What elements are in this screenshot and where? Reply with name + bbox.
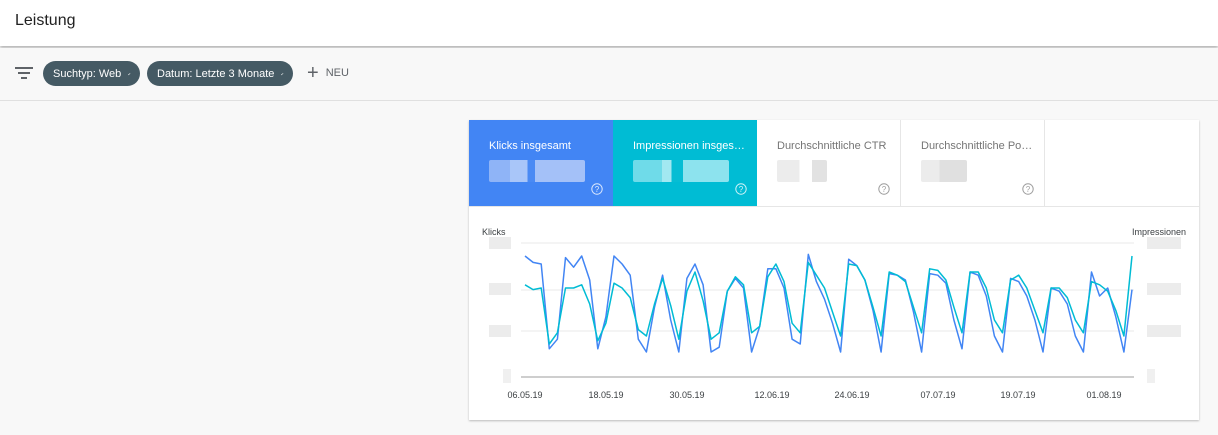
x-tick-label: 06.05.19	[507, 390, 542, 400]
date-range-chip[interactable]: Datum: Letzte 3 Monate	[147, 61, 293, 86]
x-tick-label: 18.05.19	[588, 390, 623, 400]
svg-text:?: ?	[739, 185, 744, 194]
help-icon[interactable]: ?	[591, 183, 603, 195]
metric-card-impressions[interactable]: Impressionen insges… ?	[613, 120, 757, 206]
performance-card: Klicks insgesamt ? Impressionen insges… …	[469, 120, 1199, 420]
help-icon[interactable]: ?	[878, 183, 890, 195]
metric-card-position[interactable]: Durchschnittliche Po… ?	[901, 120, 1045, 206]
page-title: Leistung	[15, 12, 76, 29]
svg-text:?: ?	[595, 185, 600, 194]
blurred-value	[777, 160, 827, 182]
y-tick-left-hidden	[489, 237, 511, 249]
new-filter-label: NEU	[325, 67, 349, 79]
help-icon[interactable]: ?	[1022, 183, 1034, 195]
metric-label: Durchschnittliche Po…	[921, 140, 1033, 152]
y-tick-right-hidden	[1147, 283, 1181, 295]
edit-pencil-icon	[281, 72, 284, 75]
metric-card-ctr[interactable]: Durchschnittliche CTR ?	[757, 120, 901, 206]
new-filter-button[interactable]: + NEU	[307, 63, 349, 83]
edit-pencil-icon	[128, 72, 131, 75]
app-header: Leistung	[0, 0, 1218, 46]
help-icon[interactable]: ?	[735, 183, 747, 195]
filter-bar: Suchtyp: Web Datum: Letzte 3 Monate + NE…	[0, 48, 1218, 101]
blurred-value	[633, 160, 729, 182]
search-type-chip[interactable]: Suchtyp: Web	[43, 61, 140, 86]
x-tick-label: 07.07.19	[920, 390, 955, 400]
metric-label: Durchschnittliche CTR	[777, 140, 887, 152]
y-tick-right-hidden	[1147, 369, 1155, 383]
blurred-value	[489, 160, 585, 182]
chip-label: Datum: Letzte 3 Monate	[157, 67, 275, 80]
y-tick-left-hidden	[489, 325, 511, 337]
metric-label: Impressionen insges…	[633, 140, 745, 152]
x-tick-label: 30.05.19	[669, 390, 704, 400]
y-tick-right-hidden	[1147, 325, 1181, 337]
series-line-clicks	[524, 253, 1133, 353]
x-tick-label: 19.07.19	[1000, 390, 1035, 400]
x-tick-label: 24.06.19	[834, 390, 869, 400]
chip-label: Suchtyp: Web	[53, 67, 122, 80]
filter-list-icon[interactable]	[15, 66, 33, 80]
metric-card-clicks[interactable]: Klicks insgesamt ?	[469, 120, 613, 206]
x-tick-label: 01.08.19	[1086, 390, 1121, 400]
performance-chart[interactable]: 06.05.19 18.05.19 30.05.19 12.06.19 24.06.19…	[469, 207, 1199, 420]
y-tick-left-hidden	[489, 283, 511, 295]
y-tick-left-hidden	[503, 369, 511, 383]
y-tick-right-hidden	[1147, 237, 1181, 249]
plus-icon: +	[307, 62, 319, 84]
x-tick-label: 12.06.19	[754, 390, 789, 400]
blurred-value	[921, 160, 967, 182]
svg-text:?: ?	[882, 185, 887, 194]
metric-label: Klicks insgesamt	[489, 140, 571, 152]
svg-text:?: ?	[1026, 185, 1031, 194]
